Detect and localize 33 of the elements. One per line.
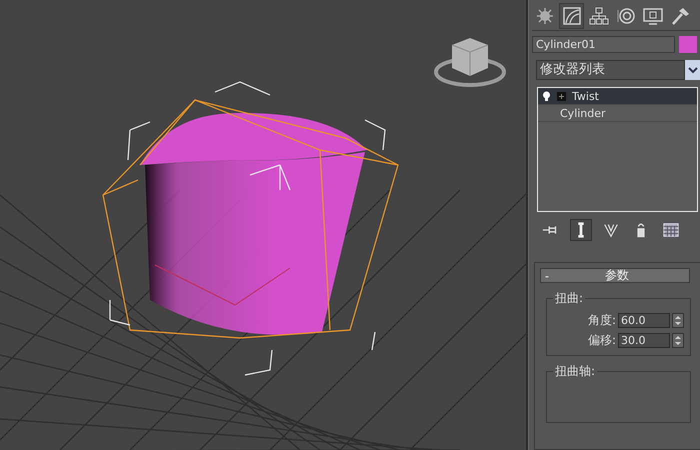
rollout-title: 参数 (604, 267, 630, 284)
stack-item-label: Twist (572, 90, 599, 102)
group-title: 扭曲: (554, 290, 584, 307)
chevron-icon (688, 66, 698, 74)
field-label: 角度: (588, 312, 616, 329)
up-down-icon (673, 334, 683, 347)
modifier-list-dropdown[interactable]: 修改器列表 (536, 60, 685, 80)
stack-tool-button[interactable] (570, 219, 592, 241)
expand-icon[interactable] (557, 92, 566, 100)
dropdown-button[interactable] (685, 60, 700, 80)
collapse-toggle[interactable]: - (545, 268, 549, 282)
motion-tab-icon (616, 6, 636, 26)
field-label: 偏移: (588, 332, 616, 349)
object-name-field[interactable]: Cylinder01 (532, 36, 675, 53)
spinner-field[interactable]: 60.0 (618, 313, 670, 328)
stack-item-label: Cylinder (560, 106, 606, 120)
create-tab-icon (534, 6, 554, 26)
viewcube-icon[interactable] (434, 38, 506, 87)
hierarchy-tab-icon (588, 6, 608, 26)
display-tab-icon (642, 6, 662, 26)
stack-item[interactable]: Twist (538, 88, 697, 105)
modify-tab-icon (562, 6, 582, 26)
lightbulb-icon (542, 90, 551, 102)
object-color-swatch[interactable] (679, 36, 697, 53)
spinner-arrows[interactable] (672, 313, 684, 328)
stack-item[interactable]: Cylinder (538, 105, 697, 122)
rollout-header[interactable]: - 参数 (540, 268, 690, 283)
spinner-arrows[interactable] (672, 333, 684, 348)
up-down-icon (673, 314, 683, 327)
group-title: 扭曲轴: (554, 363, 596, 380)
utilities-tab-icon (670, 6, 690, 26)
spinner-field[interactable]: 30.0 (618, 333, 670, 348)
panel-tab[interactable] (559, 3, 584, 29)
